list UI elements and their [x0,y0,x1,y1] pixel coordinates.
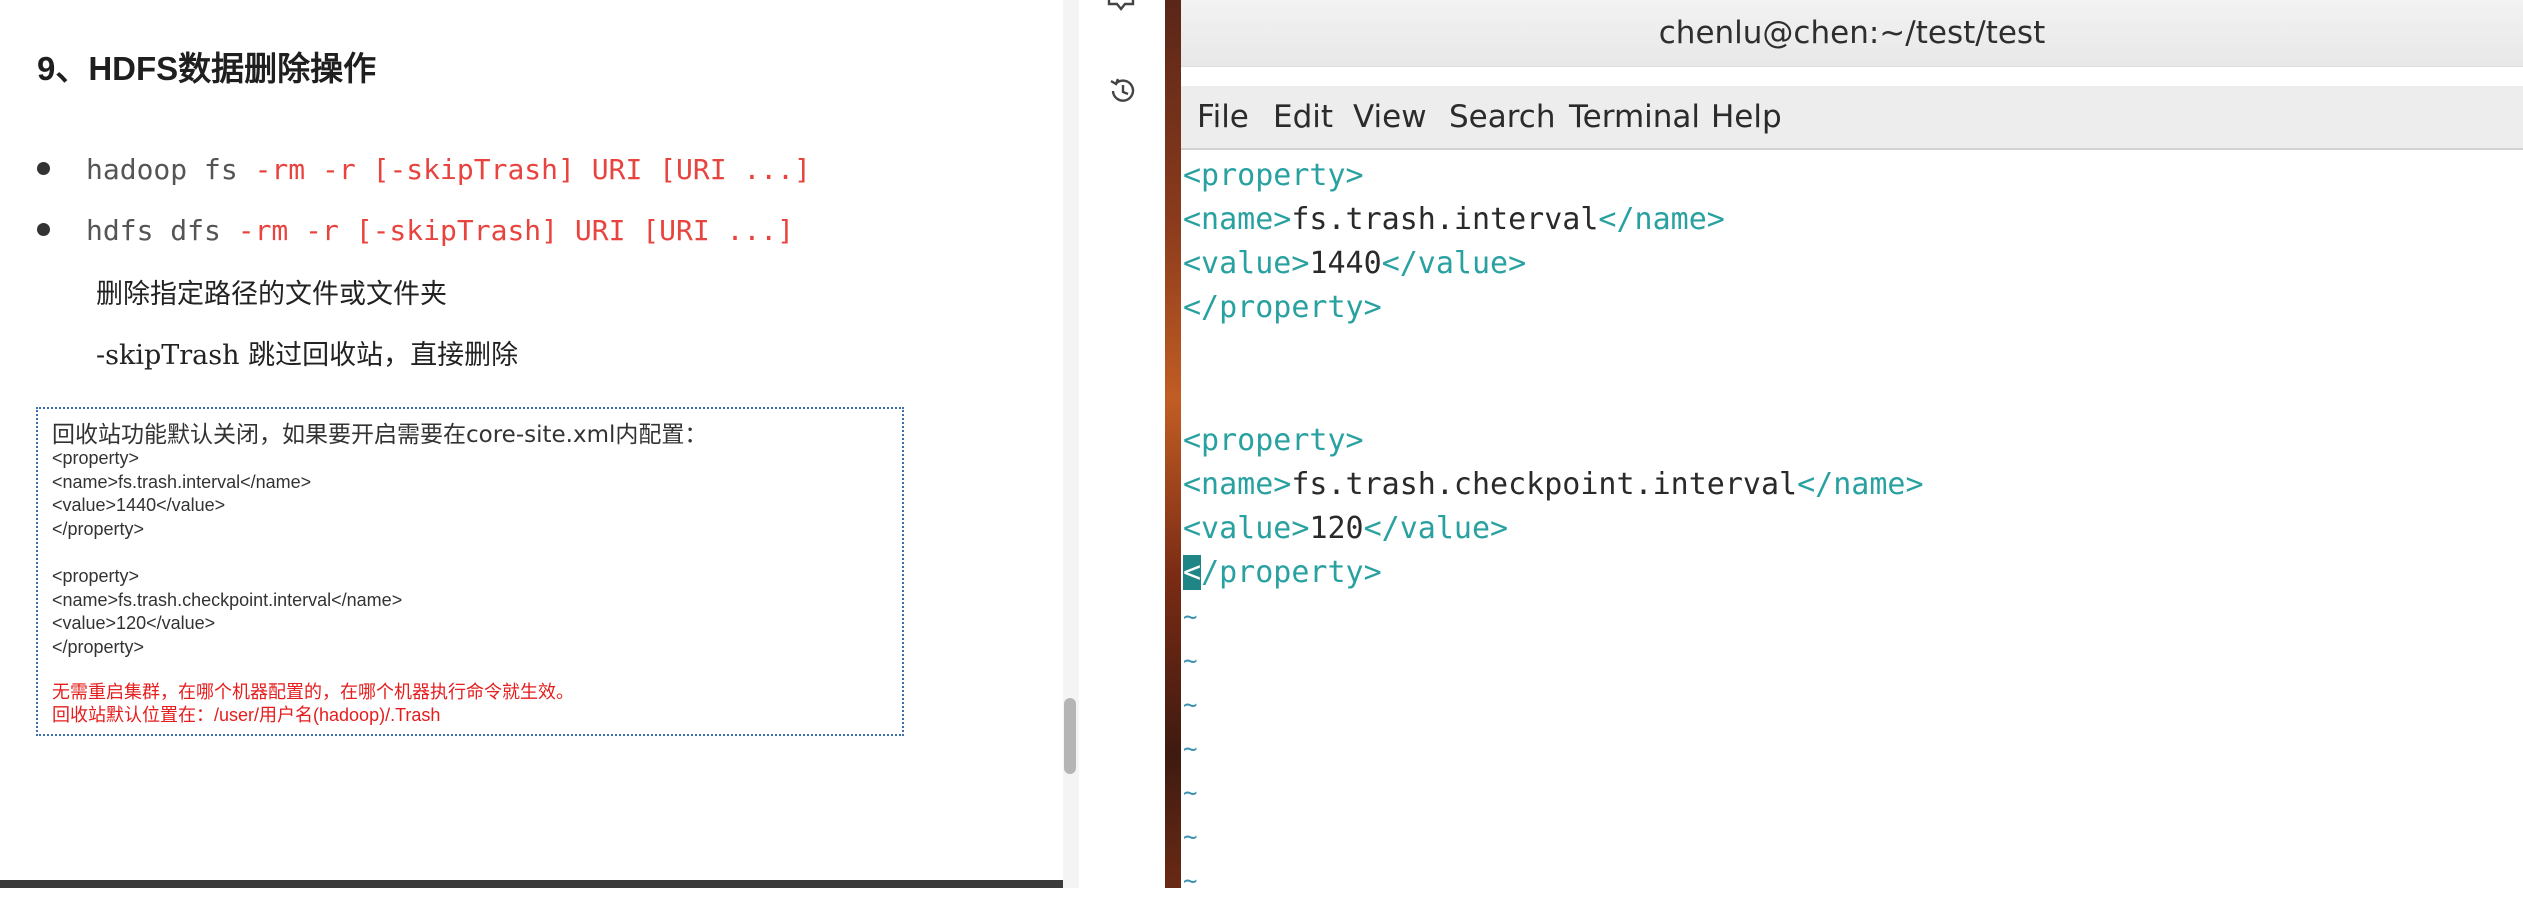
code-line: <value>120</value> [52,613,216,634]
document-pane: 9、HDFS数据删除操作 hadoop fs -rm -r [-skipTras… [0,0,1063,888]
terminal-line: <property> [1183,423,1364,458]
empty-line-marker: ~ [1183,867,1198,895]
document-bottom-bar [0,880,1063,888]
command-prefix: hadoop fs [86,153,255,186]
command-line-hadoop: hadoop fs -rm -r [-skipTrash] URI [URI .… [37,150,811,190]
section-title: 9、HDFS数据删除操作 [37,50,377,87]
code-line: <name>fs.trash.checkpoint.interval</name… [52,589,403,610]
empty-line-marker: ~ [1183,603,1198,631]
description-delete: 删除指定路径的文件或文件夹 [96,279,447,310]
command-args: -rm -r [-skipTrash] URI [URI ...] [237,214,795,247]
menu-file[interactable]: File [1197,86,1249,148]
description-skiptrash: -skipTrash 跳过回收站，直接删除 [96,340,519,371]
command-args: -rm -r [-skipTrash] URI [URI ...] [254,153,811,186]
command-line-hdfs: hdfs dfs -rm -r [-skipTrash] URI [URI ..… [37,211,794,251]
note-code-block: <property> <name>fs.trash.interval</name… [52,447,402,659]
terminal-text-area[interactable]: <property> <name>fs.trash.interval</name… [1181,154,2523,895]
terminal-title: chenlu@chen:~/test/test [1658,15,2046,51]
terminal-line: <value>1440</value> [1183,246,1527,281]
text-cursor: < [1183,555,1202,590]
menu-edit[interactable]: Edit [1273,86,1333,148]
code-line: <name>fs.trash.interval</name> [52,471,312,492]
terminal-line: <value>120</value> [1183,511,1509,546]
empty-line-marker: ~ [1183,779,1198,807]
terminal-titlebar[interactable]: chenlu@chen:~/test/test [1181,0,2523,67]
empty-line-marker: ~ [1183,691,1198,719]
terminal-window: chenlu@chen:~/test/test File Edit View S… [1181,0,2523,895]
menu-search[interactable]: Search [1449,86,1556,148]
terminal-line: <name>fs.trash.interval</name> [1183,202,1725,237]
bullet-icon [37,222,50,236]
code-line: <value>1440</value> [52,495,226,516]
note-warning: 无需重启集群，在哪个机器配置的，在哪个机器执行命令就生效。 回收站默认位置在：/… [52,681,574,727]
menu-help[interactable]: Help [1711,86,1782,148]
warning-line: 无需重启集群，在哪个机器配置的，在哪个机器执行命令就生效。 [52,682,574,702]
config-note-box: 回收站功能默认关闭，如果要开启需要在core-site.xml内配置： <pro… [36,407,904,736]
menu-view[interactable]: View [1353,86,1427,148]
terminal-line: <property> [1183,158,1364,193]
command-prefix: hdfs dfs [86,214,238,247]
document-scroll-thumb[interactable] [1064,698,1076,774]
comment-icon[interactable] [1106,0,1136,18]
empty-line-marker: ~ [1183,647,1198,675]
history-icon[interactable] [1107,75,1139,111]
code-line: </property> [52,636,145,657]
menu-terminal[interactable]: Terminal [1569,86,1700,148]
terminal-line: <name>fs.trash.checkpoint.interval</name… [1183,467,1924,502]
code-line: </property> [52,518,145,539]
warning-line: 回收站默认位置在：/user/用户名(hadoop)/.Trash [52,705,441,725]
terminal-menubar: File Edit View Search Terminal Help [1181,86,2523,150]
bullet-icon [37,161,50,175]
note-heading: 回收站功能默认关闭，如果要开启需要在core-site.xml内配置： [52,422,708,448]
desktop-wallpaper-strip [1165,0,1181,888]
terminal-line: </property> [1183,555,1382,590]
terminal-line: </property> [1183,290,1382,325]
side-toolbar [1079,0,1165,888]
code-line: <property> [52,448,140,468]
empty-line-marker: ~ [1183,823,1198,851]
empty-line-marker: ~ [1183,735,1198,763]
code-line: <property> [52,565,140,586]
